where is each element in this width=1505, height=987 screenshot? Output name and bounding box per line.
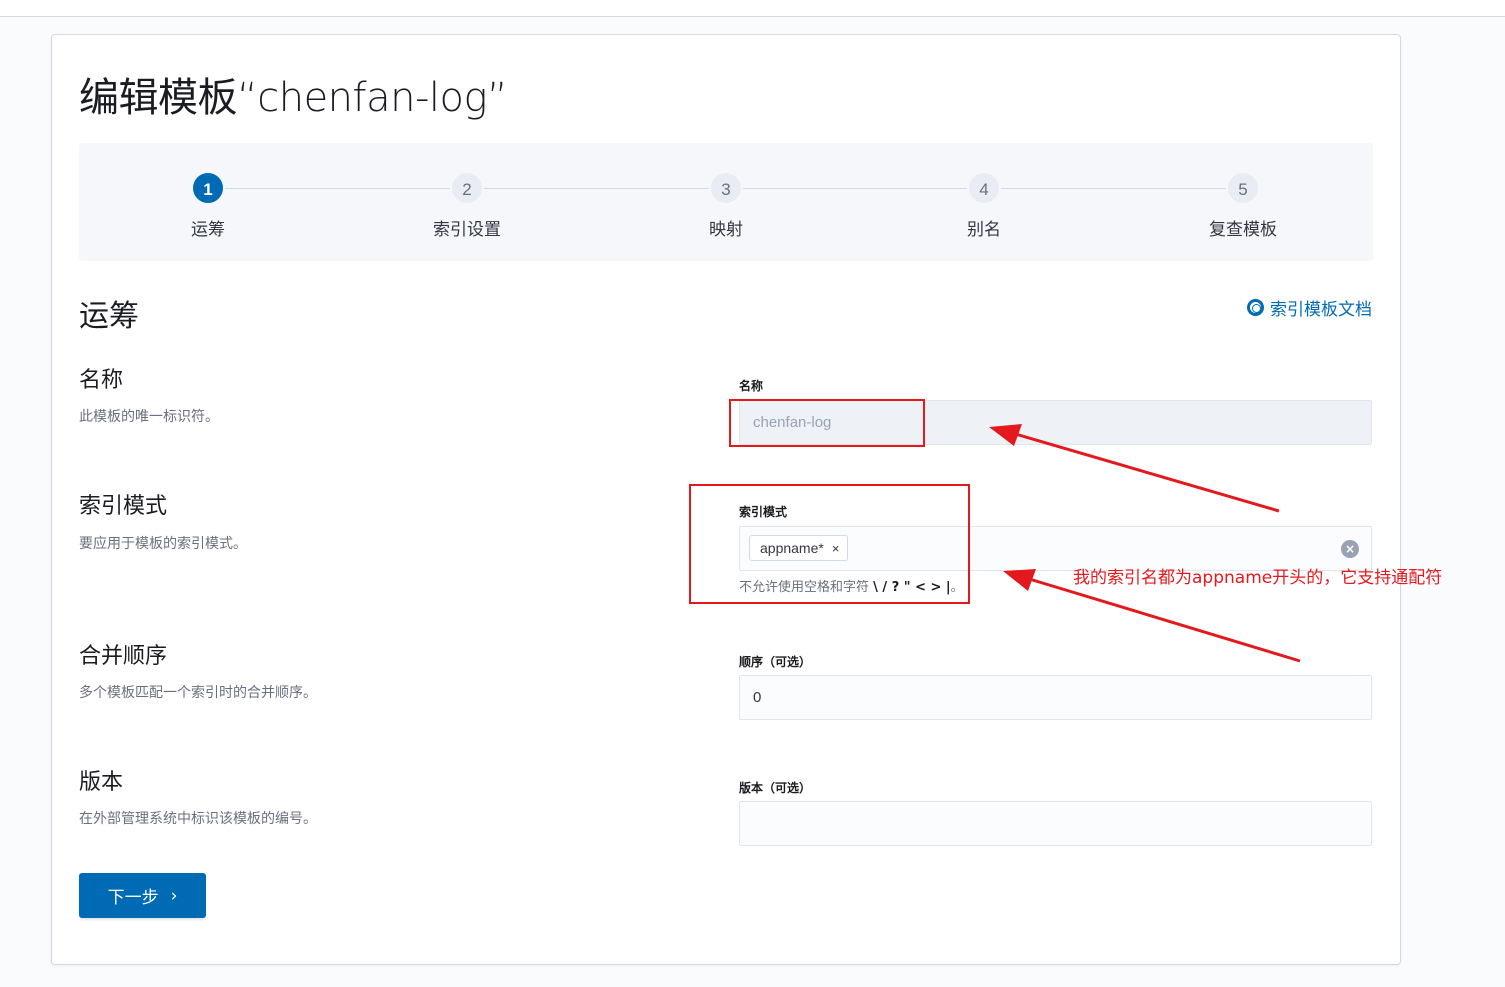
index-patterns-field-description: 要应用于模板的索引模式。 (79, 536, 247, 552)
step-number: 1 (191, 171, 225, 205)
order-field-description: 多个模板匹配一个索引时的合并顺序。 (79, 685, 317, 701)
name-input-label: 名称 (739, 379, 764, 393)
order-field-title: 合并顺序 (79, 644, 168, 669)
annotation-box-index-patterns (689, 484, 970, 604)
next-button[interactable]: 下一步 › (79, 873, 206, 918)
version-field-description: 在外部管理系统中标识该模板的编号。 (79, 811, 317, 827)
top-bar (0, 0, 1505, 17)
order-input-label: 顺序（可选） (739, 655, 812, 669)
step-number: 3 (709, 171, 743, 205)
section-title: 运筹 (79, 299, 139, 334)
page-title: 编辑模板“chenfan-log” (79, 75, 508, 121)
step-label: 索引设置 (433, 220, 501, 240)
step-label: 复查模板 (1209, 220, 1277, 240)
step-2[interactable]: 2 索引设置 (367, 171, 567, 240)
step-label: 运筹 (191, 220, 225, 240)
annotation-box-name (729, 399, 925, 447)
version-field-title: 版本 (79, 770, 124, 795)
step-3[interactable]: 3 映射 (626, 171, 826, 240)
step-label: 映射 (709, 220, 743, 240)
clear-icon[interactable]: × (1341, 540, 1359, 558)
step-number: 2 (450, 171, 484, 205)
index-patterns-field-title: 索引模式 (79, 494, 168, 519)
lifebuoy-icon (1247, 299, 1264, 316)
step-label: 别名 (967, 220, 1001, 240)
version-input-label: 版本（可选） (739, 781, 812, 795)
stepper: 1 运筹 2 索引设置 3 映射 4 别名 5 复查模板 (79, 143, 1373, 261)
step-number: 4 (967, 171, 1001, 205)
doc-link-label: 索引模板文档 (1270, 300, 1372, 320)
name-field-description: 此模板的唯一标识符。 (79, 409, 219, 425)
step-1[interactable]: 1 运筹 (108, 171, 308, 240)
step-4[interactable]: 4 别名 (884, 171, 1084, 240)
index-template-docs-link[interactable]: 索引模板文档 (1247, 295, 1372, 320)
annotation-text: 我的索引名都为appname开头的，它支持通配符 (1073, 568, 1443, 588)
name-field-title: 名称 (79, 368, 124, 393)
version-input[interactable] (739, 801, 1372, 846)
chevron-right-icon: › (170, 885, 178, 906)
next-button-label: 下一步 (107, 888, 159, 908)
step-number: 5 (1226, 171, 1260, 205)
order-input[interactable]: 0 (739, 675, 1372, 720)
step-5[interactable]: 5 复查模板 (1143, 171, 1343, 240)
